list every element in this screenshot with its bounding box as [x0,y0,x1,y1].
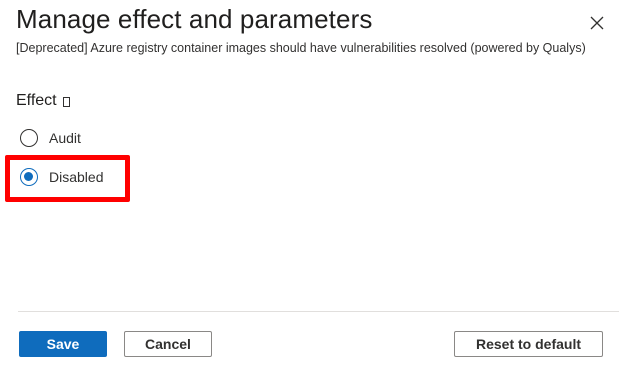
radio-button-disabled[interactable] [20,168,38,186]
policy-subtitle: [Deprecated] Azure registry container im… [16,41,586,55]
footer-divider [18,311,619,312]
effect-heading-label: Effect [16,92,57,109]
save-button[interactable]: Save [19,331,107,357]
close-button[interactable] [584,12,610,38]
manage-effect-panel: Manage effect and parameters [Deprecated… [0,0,631,370]
radio-option-audit[interactable]: Audit [20,129,81,147]
radio-label-disabled: Disabled [49,169,104,185]
radio-label-audit: Audit [49,130,81,146]
radio-option-disabled[interactable]: Disabled [20,168,103,186]
radio-button-audit[interactable] [20,129,38,147]
reset-to-default-button[interactable]: Reset to default [454,331,603,357]
cancel-button[interactable]: Cancel [124,331,212,357]
panel-title: Manage effect and parameters [16,4,373,34]
info-icon[interactable] [62,96,70,107]
effect-heading: Effect [16,92,70,110]
close-icon [590,16,604,35]
